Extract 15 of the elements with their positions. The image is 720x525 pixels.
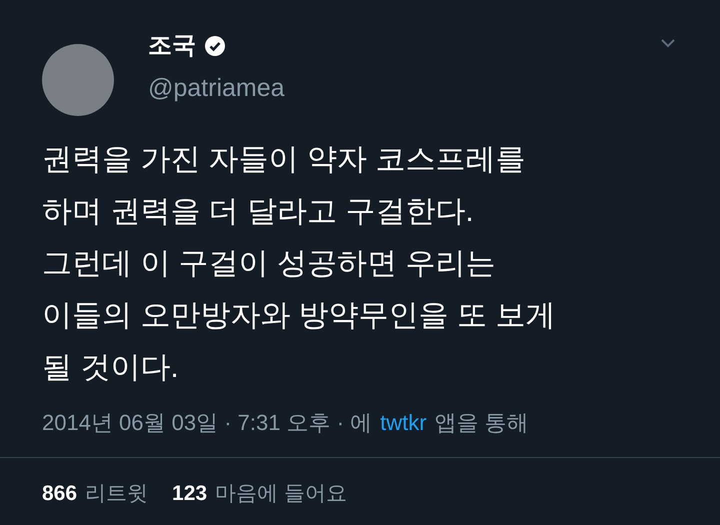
timestamp: 2014년 06월 03일 · 7:31 오후 · 에 (42, 409, 372, 437)
tweet-text-line: 될 것이다. (42, 350, 180, 386)
tweet-text-line: 이들의 오만방자와 방약무인을 또 보게 (42, 298, 556, 334)
stat-count: 866 (42, 481, 78, 507)
author-name: 조국 (148, 31, 196, 61)
stat-label: 리트윗 (85, 481, 148, 507)
tweet-text-line: 그런데 이 구걸이 성공하면 우리는 (42, 246, 496, 282)
stat-label: 마음에 들어요 (215, 481, 347, 507)
source-link[interactable]: twtkr (380, 406, 427, 439)
tweet-text-line: 권력을 가진 자들이 약자 코스프레를 (42, 142, 526, 178)
chevron-down-icon[interactable] (660, 38, 676, 48)
stat-count: 123 (172, 481, 208, 507)
source-suffix: 앱을 통해 (434, 409, 529, 437)
tweet-text-line: 하며 권력을 더 달라고 구걸한다. (42, 194, 475, 230)
author-handle: @patriamea (148, 73, 285, 104)
